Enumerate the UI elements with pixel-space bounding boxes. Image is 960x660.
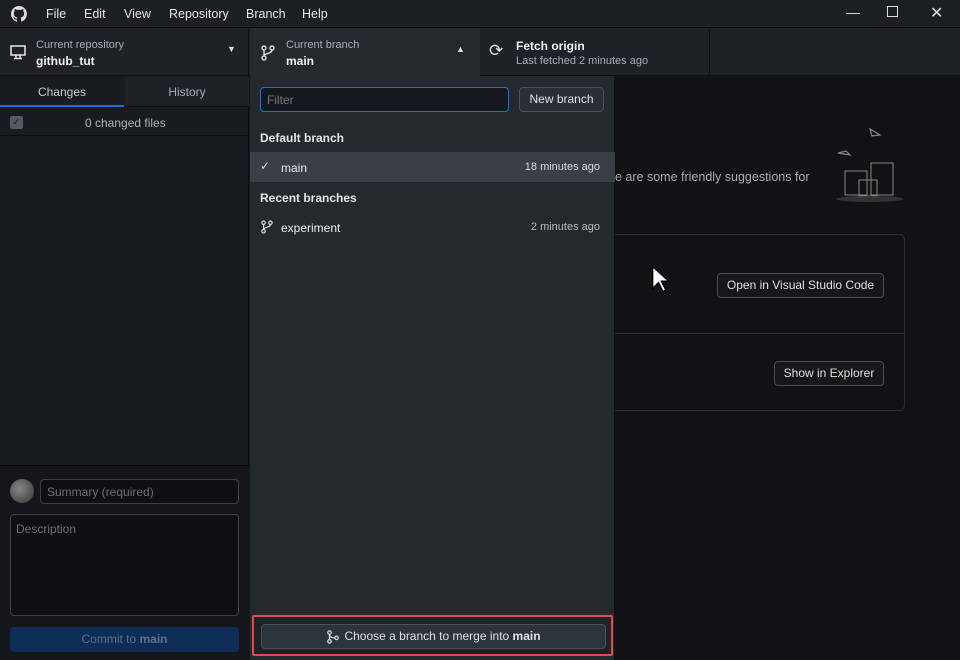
merge-branch: main <box>512 629 541 643</box>
boxes-illustration-icon <box>836 127 904 202</box>
mouse-cursor-icon <box>651 265 669 293</box>
close-button[interactable]: ✕ <box>930 3 943 23</box>
new-branch-button[interactable]: New branch <box>519 87 604 112</box>
recent-branches-header: Recent branches <box>260 191 357 205</box>
github-logo-icon <box>11 6 27 22</box>
tab-changes[interactable]: Changes <box>0 77 124 107</box>
menu-edit[interactable]: Edit <box>84 7 106 21</box>
sidebar: Changes History ✓ 0 changed files Summar… <box>0 77 249 660</box>
menu-file[interactable]: File <box>46 7 66 21</box>
repo-label: Current repository <box>36 39 125 51</box>
description-input[interactable]: Description <box>10 514 239 616</box>
select-all-checkbox[interactable]: ✓ <box>10 116 23 129</box>
check-icon: ✓ <box>260 159 271 173</box>
show-in-explorer-button[interactable]: Show in Explorer <box>774 361 884 386</box>
branch-icon <box>261 220 273 234</box>
merge-label: Choose a branch to merge into <box>344 629 513 643</box>
branch-label: Current branch <box>286 39 360 51</box>
repo-name: github_tut <box>36 54 95 68</box>
branch-item-main[interactable]: ✓ main 18 minutes ago <box>250 152 615 182</box>
branch-name: main <box>281 161 308 175</box>
menu-help[interactable]: Help <box>302 7 328 21</box>
branch-name: experiment <box>281 221 341 235</box>
menu-repository[interactable]: Repository <box>169 7 229 21</box>
title-bar: File Edit View Repository Branch Help — … <box>0 0 960 28</box>
chevron-down-icon: ▼ <box>227 44 236 54</box>
current-repository-button[interactable]: Current repository github_tut ▼ <box>0 28 249 76</box>
open-in-editor-button[interactable]: Open in Visual Studio Code <box>717 273 884 298</box>
branch-item-experiment[interactable]: experiment 2 minutes ago <box>250 212 615 242</box>
maximize-button[interactable] <box>887 6 898 17</box>
commit-button[interactable]: Commit to main <box>10 627 239 652</box>
fetch-status: Last fetched 2 minutes ago <box>516 55 649 67</box>
branch-name: main <box>286 54 315 68</box>
branch-time: 18 minutes ago <box>524 161 600 173</box>
menu-view[interactable]: View <box>124 7 151 21</box>
tab-history[interactable]: History <box>125 77 249 107</box>
commit-label: Commit to <box>81 632 140 646</box>
fetch-origin-button[interactable]: ⟳ Fetch origin Last fetched 2 minutes ag… <box>480 28 710 76</box>
menu-branch[interactable]: Branch <box>246 7 286 21</box>
merge-icon <box>326 630 340 644</box>
branch-dropdown: New branch Default branch ✓ main 18 minu… <box>250 76 615 660</box>
divider <box>0 135 249 136</box>
fetch-label: Fetch origin <box>516 39 585 53</box>
commit-branch: main <box>139 632 168 646</box>
branch-icon <box>261 45 275 61</box>
default-branch-header: Default branch <box>260 131 345 145</box>
chevron-up-icon: ▲ <box>456 44 465 54</box>
summary-input[interactable]: Summary (required) <box>40 479 239 504</box>
avatar <box>10 479 34 503</box>
branch-filter-input[interactable] <box>260 87 509 112</box>
branch-time: 2 minutes ago <box>530 221 600 233</box>
changed-files-count: 0 changed files <box>85 116 166 130</box>
current-branch-button[interactable]: Current branch main ▲ <box>250 28 480 76</box>
suggestion-text: e are some friendly suggestions for <box>615 170 810 184</box>
merge-footer-highlight: Choose a branch to merge into main <box>252 615 613 656</box>
toolbar: Current repository github_tut ▼ Current … <box>0 28 960 76</box>
merge-into-branch-button[interactable]: Choose a branch to merge into main <box>261 624 606 649</box>
sync-icon: ⟳ <box>489 41 504 60</box>
minimize-button[interactable]: — <box>846 4 860 20</box>
computer-icon <box>10 45 26 60</box>
commit-panel: Summary (required) Description Commit to… <box>0 465 249 660</box>
